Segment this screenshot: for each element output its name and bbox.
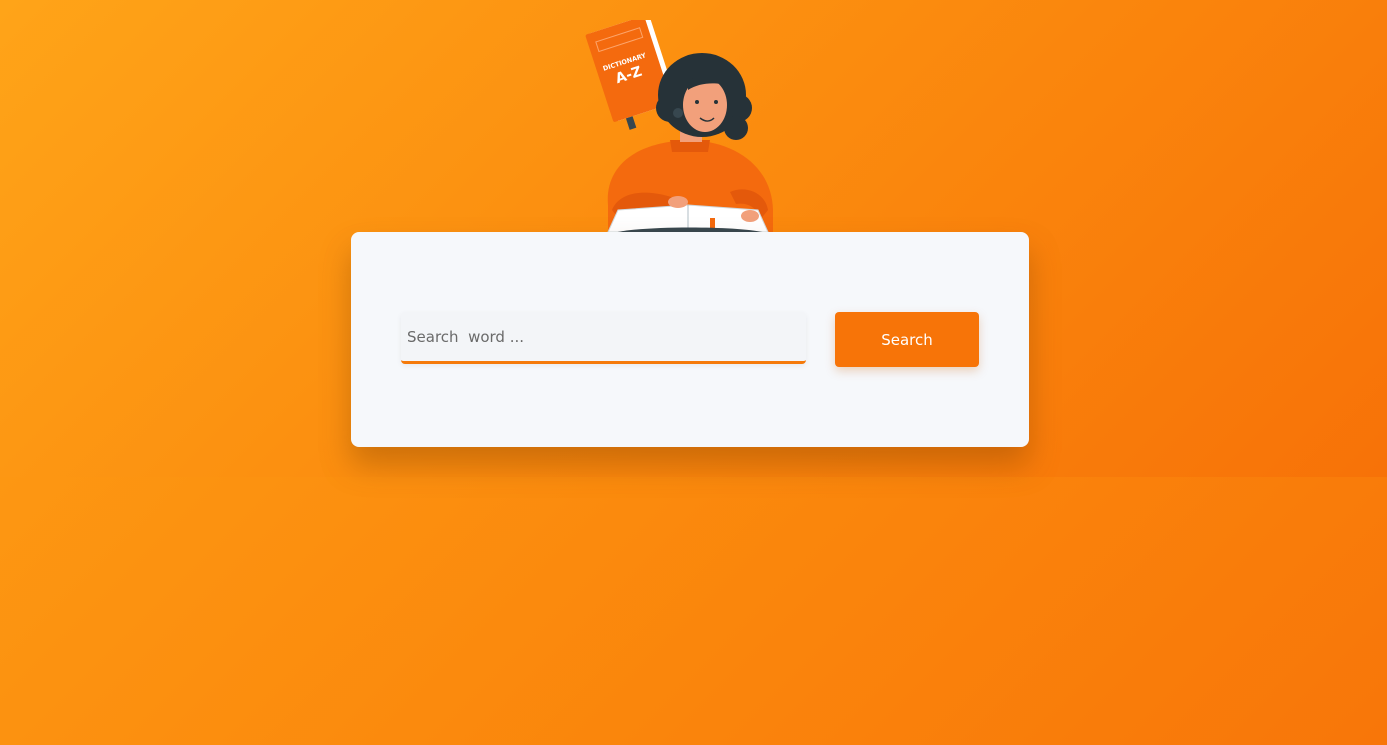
reader-illustration: DICTIONARY A-Z (585, 20, 773, 235)
background-lower (0, 477, 1387, 745)
search-input[interactable] (401, 312, 806, 364)
search-button[interactable]: Search (835, 312, 979, 367)
search-card: Search (351, 232, 1029, 447)
